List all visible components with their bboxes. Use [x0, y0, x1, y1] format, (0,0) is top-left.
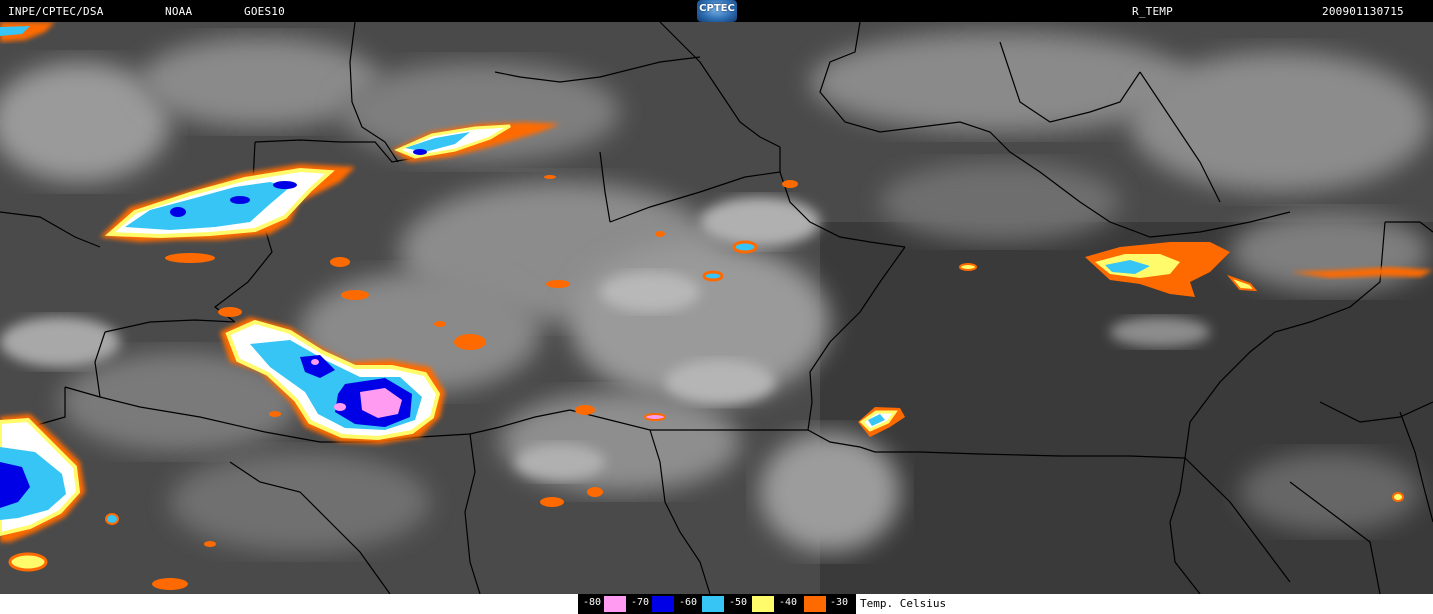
legend-swatch-3: [702, 596, 724, 612]
logo-text: CPTEC: [699, 3, 735, 14]
legend-label-4: -50: [729, 597, 748, 608]
temperature-legend-bar: -80 -70 -60 -50 -40 -30 Temp. Celsius: [0, 594, 1433, 614]
legend-label-3: -60: [679, 597, 698, 608]
satellite-label: GOES10: [244, 5, 285, 18]
legend-label-2: -70: [631, 597, 650, 608]
legend-color-scale: -80 -70 -60 -50 -40 -30: [578, 594, 856, 614]
legend-label-5: -40: [779, 597, 798, 608]
product-label: R_TEMP: [1132, 5, 1173, 18]
timestamp-label: 200901130715: [1322, 5, 1404, 18]
legend-swatch-4: [752, 596, 774, 612]
source-label: INPE/CPTEC/DSA: [8, 5, 104, 18]
satellite-image-viewer: INPE/CPTEC/DSA NOAA GOES10 CPTEC R_TEMP …: [0, 0, 1433, 614]
legend-swatch-1: [604, 596, 626, 612]
legend-unit-label: Temp. Celsius: [860, 597, 947, 610]
cptec-logo: CPTEC: [697, 0, 737, 22]
legend-label-6: -30: [830, 597, 849, 608]
legend-swatch-5: [804, 596, 826, 612]
legend-label-1: -80: [583, 597, 602, 608]
infrared-satellite-map: [0, 22, 1433, 594]
agency-label: NOAA: [165, 5, 193, 18]
image-header-bar: INPE/CPTEC/DSA NOAA GOES10 CPTEC R_TEMP …: [0, 0, 1433, 22]
legend-swatch-2: [652, 596, 674, 612]
